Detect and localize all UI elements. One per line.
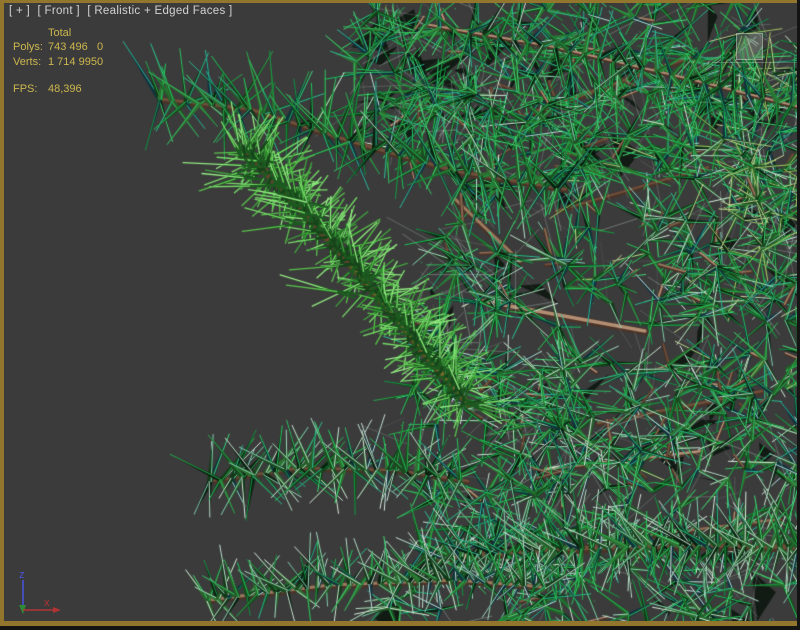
viewcube-guide-line bbox=[712, 62, 798, 63]
world-axis-gizmo: z x bbox=[6, 566, 70, 624]
stats-polys-label: Polys: bbox=[13, 41, 43, 53]
viewport-render bbox=[0, 0, 800, 630]
viewport-label: [ + ] [ Front ] [ Realistic + Edged Face… bbox=[9, 5, 237, 17]
stats-header: Total bbox=[48, 27, 71, 39]
stats-fps-label: FPS: bbox=[13, 83, 37, 95]
axis-x-arrow bbox=[53, 607, 61, 613]
viewport-border-left bbox=[0, 0, 4, 627]
viewport-border-top bbox=[0, 0, 800, 3]
viewport: [ + ] [ Front ] [ Realistic + Edged Face… bbox=[0, 0, 800, 630]
axis-x-label: x bbox=[44, 597, 50, 609]
outer-edge-bottom bbox=[0, 626, 800, 630]
viewcube[interactable] bbox=[736, 33, 763, 60]
stats-verts-delta: 0 bbox=[97, 56, 103, 68]
viewport-shading-menu[interactable]: [ Realistic + Edged Faces ] bbox=[87, 5, 232, 17]
stats-verts-value: 1 714 995 bbox=[48, 56, 97, 68]
axis-z-label: z bbox=[19, 569, 25, 581]
stats-polys-value: 743 496 bbox=[48, 41, 88, 53]
stats-fps-value: 48,396 bbox=[48, 83, 82, 95]
stats-verts-label: Verts: bbox=[13, 56, 41, 68]
viewport-general-menu[interactable]: [ + ] bbox=[9, 5, 30, 17]
viewport-pov-menu[interactable]: [ Front ] bbox=[38, 5, 80, 17]
stats-polys-delta: 0 bbox=[97, 41, 103, 53]
